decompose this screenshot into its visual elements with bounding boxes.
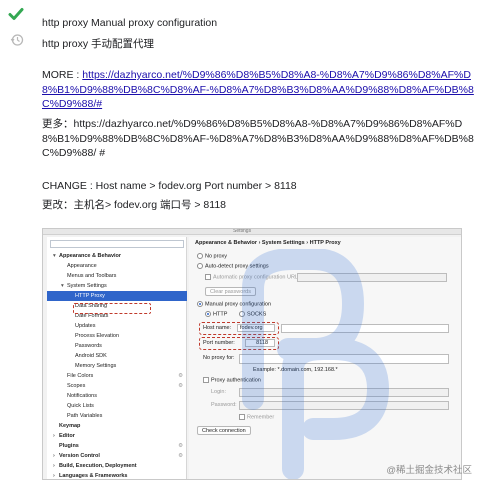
tree-item: Plugins ⚙ <box>47 441 187 451</box>
radio-icon <box>197 263 203 269</box>
tree-item: Memory Settings <box>47 361 187 371</box>
login-label: Login: <box>211 389 226 395</box>
tree-item: › Version Control ⚙ <box>47 451 187 461</box>
tree-item-label: File Colors <box>67 373 94 379</box>
tree-item-label: Passwords <box>75 343 102 349</box>
screenshot-window-title: Settings <box>233 228 252 234</box>
project-config-icon: ⚙ <box>178 373 183 379</box>
tree-item-label: Menus and Toolbars <box>67 273 117 279</box>
more-link[interactable]: https://dazhyarco.net/%D9%86%D8%B5%D8%A8… <box>42 69 474 110</box>
tree-item: › Build, Execution, Deployment <box>47 461 187 471</box>
tree-item-label: Notifications <box>67 393 97 399</box>
tree-item: Path Variables <box>47 411 187 421</box>
radio-selected-icon <box>205 311 211 317</box>
http-label: HTTP <box>213 311 228 318</box>
host-name-label: Host name: <box>203 325 232 331</box>
screenshot-titlebar: Settings <box>43 229 461 235</box>
tree-item-label: Process Elevation <box>75 333 120 339</box>
tree-item: Process Elevation <box>47 331 187 341</box>
tree-item: ▾ System Settings <box>47 281 187 291</box>
tree-item-label: Appearance & Behavior <box>59 253 122 259</box>
more-zh-text: https://dazhyarco.net/%D9%86%D8%B5%D8%A8… <box>42 118 474 159</box>
message-title-en: http proxy Manual proxy configuration <box>42 17 218 29</box>
no-proxy-label: No proxy <box>205 253 228 260</box>
more-zh-label: 更多： <box>42 118 74 130</box>
tree-item-label: Path Variables <box>67 413 103 419</box>
tree-item-label: Editor <box>59 433 75 439</box>
tree-item: HTTP Proxy <box>47 291 187 301</box>
tree-item-label: Quick Lists <box>67 403 94 409</box>
tree-item-label: Languages & Frameworks <box>59 473 128 479</box>
tree-item-label: System Settings <box>67 283 107 289</box>
checkbox-icon <box>205 274 211 280</box>
tree-item-label: Updates <box>75 323 96 329</box>
radio-icon <box>197 253 203 259</box>
tree-item: Appearance <box>47 261 187 271</box>
more-paragraph: MORE : https://dazhyarco.net/%D9%86%D8%B… <box>42 68 474 112</box>
tree-item: Updates <box>47 321 187 331</box>
project-config-icon: ⚙ <box>178 453 183 459</box>
check-icon <box>8 8 24 20</box>
tree-item-label: Plugins <box>59 443 79 449</box>
tree-item-label: HTTP Proxy <box>75 293 105 299</box>
tree-item: Menus and Toolbars <box>47 271 187 281</box>
no-proxy-for-label: No proxy for: <box>203 355 235 361</box>
checkbox-icon <box>203 377 209 383</box>
settings-breadcrumb: Appearance & Behavior › System Settings … <box>195 240 341 246</box>
history-icon[interactable] <box>10 33 24 47</box>
tree-item: › Editor <box>47 431 187 441</box>
tree-item: Passwords <box>47 341 187 351</box>
port-number-label: Port number: <box>203 340 235 346</box>
watermark-logo <box>242 249 390 479</box>
tree-item-label: Appearance <box>67 263 97 269</box>
tree-item: Android SDK <box>47 351 187 361</box>
no-proxy-option: No proxy <box>197 253 227 260</box>
tree-item: › Languages & Frameworks <box>47 471 187 479</box>
tree-item: Keymap <box>47 421 187 431</box>
project-config-icon: ⚙ <box>178 383 183 389</box>
tree-item-label: Version Control <box>59 453 100 459</box>
tree-item-label: Scopes <box>67 383 86 389</box>
tree-item: ▾ Appearance & Behavior <box>47 251 187 261</box>
tree-search-field <box>50 240 184 248</box>
radio-selected-icon <box>197 301 203 307</box>
change-en: CHANGE : Host name > fodev.org Port numb… <box>42 180 297 192</box>
tree-item-label: Memory Settings <box>75 363 117 369</box>
watermark-text: @稀土掘金技术社区 <box>386 465 472 476</box>
project-config-icon: ⚙ <box>178 443 183 449</box>
settings-tree: ▾ Appearance & Behavior Appearance Menus an… <box>47 237 187 479</box>
http-option: HTTP <box>205 311 227 318</box>
more-label: MORE : <box>42 69 83 81</box>
settings-screenshot: Settings ▾ Appearance & Behavior Appearanc… <box>42 228 462 480</box>
tree-item-label: Build, Execution, Deployment <box>59 463 137 469</box>
tree-item: Quick Lists <box>47 401 187 411</box>
change-zh: 更改：主机名> fodev.org 端口号 > 8118 <box>42 199 227 211</box>
message-title-zh: http proxy 手动配置代理 <box>42 38 155 50</box>
tree-item: Scopes ⚙ <box>47 381 187 391</box>
tree-item-label: Keymap <box>59 423 81 429</box>
annotation-ring-http-proxy <box>73 303 151 314</box>
tree-item: File Colors ⚙ <box>47 371 187 381</box>
tree-list: ▾ Appearance & Behavior Appearance Menus an… <box>47 251 187 479</box>
tree-item-label: Android SDK <box>75 353 107 359</box>
more-zh-paragraph: 更多：https://dazhyarco.net/%D9%86%D8%B5%D8… <box>42 117 474 161</box>
tree-item: Notifications <box>47 391 187 401</box>
